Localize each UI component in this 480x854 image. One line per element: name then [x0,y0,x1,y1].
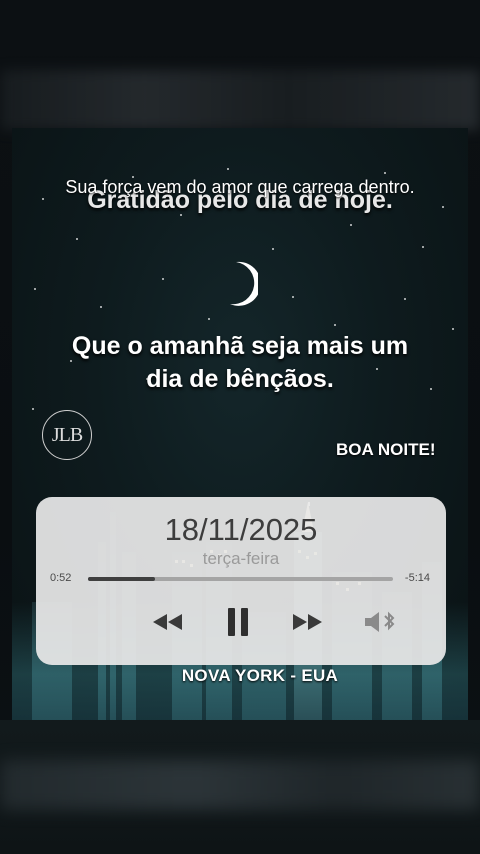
crescent-moon-icon [230,261,258,306]
blurred-header-band [0,70,480,130]
rewind-icon [153,614,182,630]
message-line-2: dia de bênçãos. [146,365,334,393]
night-message: Que o amanhã seja mais um dia de bênçãos… [40,330,440,396]
pause-button[interactable] [222,608,254,636]
message-line-1: Que o amanhã seja mais um [71,332,409,360]
jlb-logo: JLB [42,410,92,460]
location-label: NOVA YORK - EUA [181,666,339,685]
pause-icon [228,608,248,636]
progress-bar[interactable] [88,577,393,581]
elapsed-time: 0:52 [50,572,72,584]
caption-text: Sua força vem do amor que carrega dentro… [65,177,415,197]
remaining-time: -5:14 [404,572,430,584]
player-date: 18/11/2025 [164,512,318,547]
video-frame: Gratidão pelo dia de hoje. Sua força vem… [0,0,480,854]
greeting-text: BOA NOITE! [336,440,436,459]
audio-output-button[interactable] [360,608,400,636]
speaker-bluetooth-icon [365,611,395,632]
rewind-button[interactable] [150,608,186,636]
blurred-footer-band [0,720,480,854]
music-player-card: 18/11/2025 terça-feira 0:52 -5:14 [36,497,446,665]
fast-forward-button[interactable] [290,608,326,636]
player-weekday: terça-feira [202,549,280,568]
fast-forward-icon [293,614,322,630]
progress-fill [88,577,156,581]
